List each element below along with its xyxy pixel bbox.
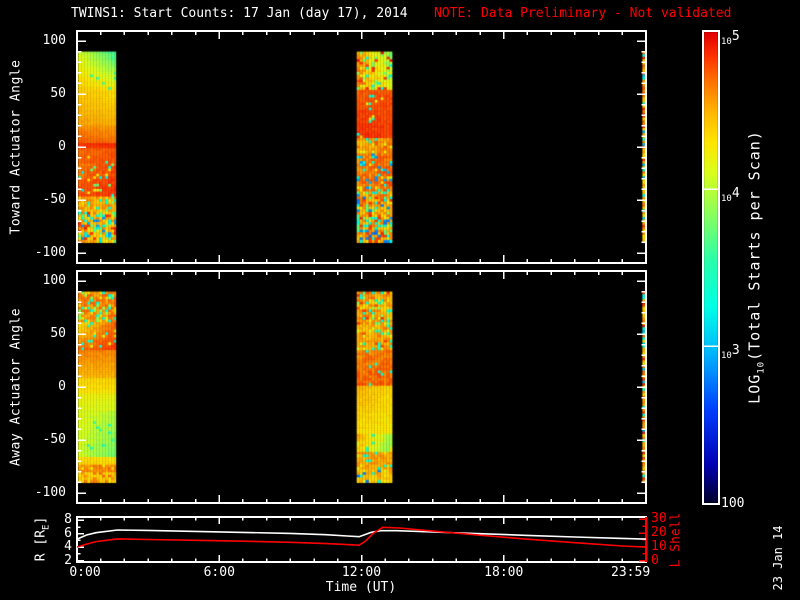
l-tick-label: 20 [651,525,667,541]
l-tick-label: 0 [651,552,659,568]
l-tick-label: 10 [651,538,667,554]
angle-tick-label: 100 [42,273,66,288]
angle-tick-label: -50 [42,192,66,207]
angle-tick-label: 50 [50,326,66,341]
r-tick-label: 4 [64,539,72,555]
time-axis-title: Time (UT) [325,580,397,595]
date-stamp: 23 Jan 14 [771,525,785,591]
angle-tick-label: 50 [50,86,66,101]
angle-tick-label: 0 [58,139,66,154]
time-tick-label: 23:59 [611,565,651,580]
time-tick-label: 18:00 [484,565,524,580]
preliminary-note: NOTE: Data Preliminary - Not validated [434,6,732,21]
plot-title: TWINS1: Start Counts: 17 Jan (day 17), 2… [71,6,408,21]
angle-tick-label: 0 [58,379,66,394]
angle-tick-label: -100 [34,485,66,500]
colorbar-title: LOG10(Total Starts per Scan) [745,130,767,404]
r-tick-label: 8 [64,512,72,528]
colorbar-tick-label: 103 [721,343,740,361]
r-tick-label: 6 [64,525,72,541]
toward-axis-title: Toward Actuator Angle [8,59,24,235]
time-tick-label: 0:00 [69,565,101,580]
twins-start-counts-figure: TWINS1: Start Counts: 17 Jan (day 17), 2… [0,0,800,600]
angle-tick-label: -100 [34,245,66,260]
colorbar-tick-label: 104 [721,186,740,204]
axes-overlay [76,30,720,563]
l-tick-label: 30 [651,511,667,527]
angle-tick-label: -50 [42,432,66,447]
colorbar-tick-label: 105 [721,29,740,47]
away-axis-title: Away Actuator Angle [8,307,24,467]
angle-tick-label: 100 [42,33,66,48]
colorbar-tick-label: 100 [721,496,745,511]
time-tick-label: 12:00 [341,565,382,580]
time-tick-label: 6:00 [203,565,235,580]
